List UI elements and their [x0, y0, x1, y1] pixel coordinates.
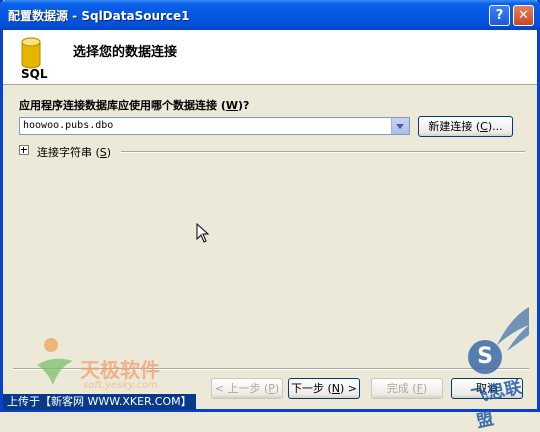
watermark-site-name: 天极软件 — [80, 358, 160, 382]
connection-string-label[interactable]: 连接字符串 (S) — [37, 144, 111, 160]
title-bar[interactable]: 配置数据源 - SqlDataSource1 ? ✕ — [0, 0, 540, 30]
next-button[interactable]: 下一步 (N) > — [288, 378, 360, 399]
database-icon: SQL — [21, 37, 48, 81]
window-title: 配置数据源 - SqlDataSource1 — [8, 9, 190, 23]
previous-button[interactable]: < 上一步 (P) — [211, 378, 283, 399]
close-button[interactable]: ✕ — [513, 5, 534, 26]
plus-expand-icon[interactable] — [19, 145, 29, 155]
union-logo-icon: S — [468, 340, 502, 374]
new-connection-button[interactable]: 新建连接 (C)... — [418, 116, 513, 137]
section-divider — [121, 151, 525, 153]
help-button[interactable]: ? — [489, 5, 510, 26]
wizard-header: SQL 选择您的数据连接 — [3, 30, 537, 85]
yesky-logo-icon — [37, 338, 73, 385]
sql-icon-label: SQL — [21, 67, 48, 81]
page-title: 选择您的数据连接 — [73, 45, 178, 60]
finish-button[interactable]: 完成 (F) — [371, 378, 443, 399]
watermark-site-url: soft.yesky.com — [83, 380, 158, 391]
connection-dropdown[interactable]: hoowoo.pubs.dbo — [19, 117, 410, 135]
upload-watermark: 上传于【新客网 WWW.XKER.COM】 — [3, 394, 196, 410]
connection-question: 应用程序连接数据库应使用哪个数据连接 (W)? — [19, 99, 250, 112]
dialog-window: 配置数据源 - SqlDataSource1 ? ✕ SQL 选择您的数据连接 … — [0, 0, 540, 432]
connection-dropdown-value: hoowoo.pubs.dbo — [23, 120, 114, 131]
chevron-down-icon[interactable] — [391, 118, 409, 134]
mouse-pointer-icon — [196, 223, 210, 243]
